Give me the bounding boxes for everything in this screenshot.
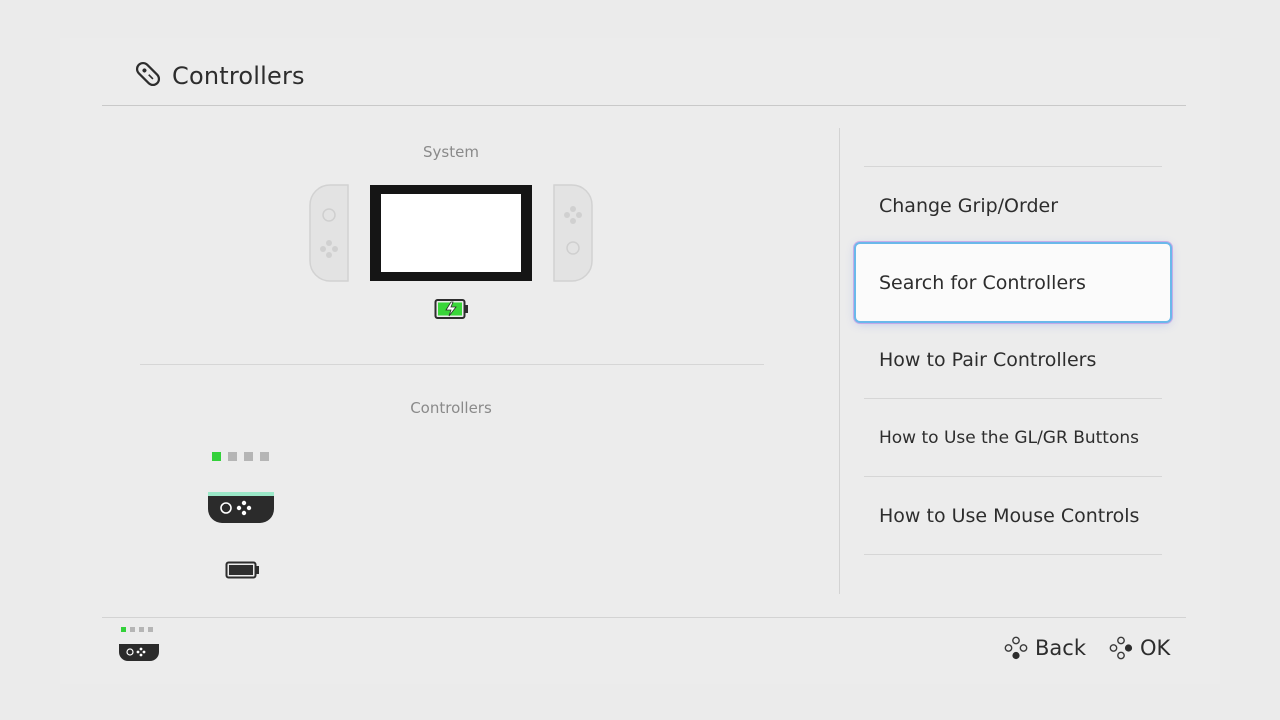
player-led (139, 627, 144, 632)
left-joycon-icon (309, 184, 349, 282)
ok-button[interactable]: OK (1109, 636, 1170, 660)
controllers-menu: Change Grip/Order Search for Controllers… (856, 166, 1170, 555)
panel-divider (839, 128, 840, 594)
controllers-label: Controllers (410, 399, 492, 417)
charging-battery-icon (434, 298, 470, 324)
player-led (148, 627, 153, 632)
right-joycon-icon (553, 184, 593, 282)
footer-divider (102, 617, 1186, 618)
joycon-icon (132, 58, 164, 94)
ok-label: OK (1140, 636, 1171, 660)
battery-icon (225, 561, 261, 583)
player-led (244, 452, 253, 461)
how-to-use-mouse-controls-item[interactable]: How to Use Mouse Controls (864, 477, 1162, 554)
system-label: System (423, 143, 479, 161)
how-to-use-gl-gr-buttons-item[interactable]: How to Use the GL/GR Buttons (864, 399, 1162, 476)
back-button[interactable]: Back (1004, 636, 1086, 660)
page-header: Controllers (132, 56, 305, 96)
how-to-pair-controllers-item[interactable]: How to Pair Controllers (864, 321, 1162, 398)
player-indicator (212, 452, 269, 461)
header-divider (102, 105, 1186, 106)
search-for-controllers-item[interactable]: Search for Controllers (856, 244, 1170, 321)
footer-controller-icon (118, 642, 160, 666)
console-illustration (308, 182, 598, 290)
footer-player-indicator (121, 627, 153, 632)
player-led (228, 452, 237, 461)
player-led (212, 452, 221, 461)
player-led (121, 627, 126, 632)
player-led (260, 452, 269, 461)
menu-divider (864, 554, 1162, 555)
a-button-icon (1109, 636, 1133, 660)
page-title: Controllers (172, 62, 305, 90)
back-label: Back (1035, 636, 1086, 660)
sideways-joycon-icon (206, 491, 276, 529)
b-button-icon (1004, 636, 1028, 660)
change-grip-order-item[interactable]: Change Grip/Order (864, 167, 1162, 244)
section-divider (140, 364, 764, 365)
player-led (130, 627, 135, 632)
